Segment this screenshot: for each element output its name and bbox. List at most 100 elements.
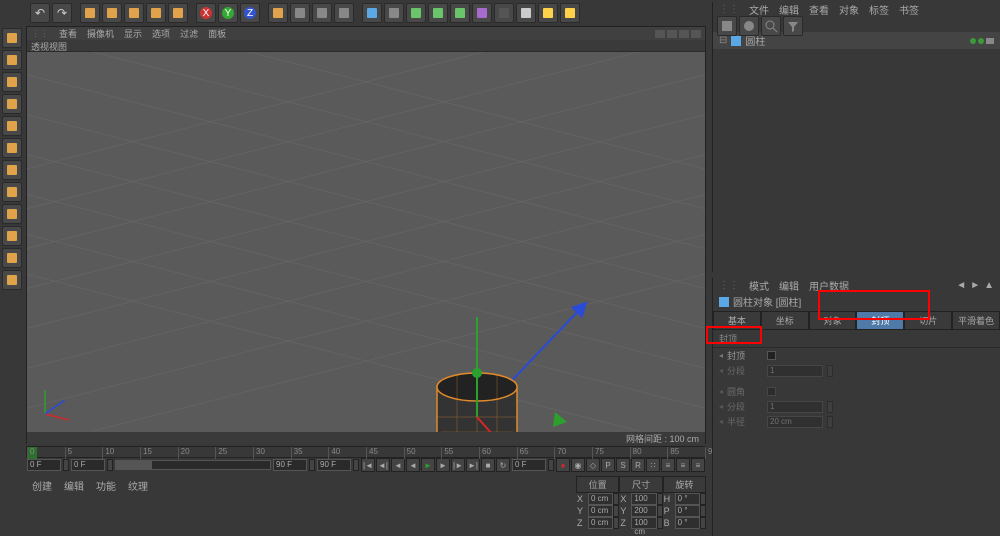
select-button[interactable] [80, 3, 100, 23]
nav-fwd-icon[interactable]: ► [970, 280, 980, 291]
om-menu-item[interactable]: 编辑 [779, 2, 799, 17]
attr-menu-item[interactable]: 编辑 [779, 278, 799, 293]
bulb-button[interactable] [560, 3, 580, 23]
attr-tab-1[interactable]: 坐标 [761, 311, 809, 330]
pos-input[interactable]: 0 cm [588, 517, 613, 529]
model-mode-button[interactable] [2, 50, 22, 70]
attr-tab-4[interactable]: 切片 [904, 311, 952, 330]
viewport-menu-item[interactable]: 显示 [124, 27, 142, 40]
om-home-icon[interactable] [717, 16, 737, 36]
om-filter-icon[interactable] [783, 16, 803, 36]
hierarchy-toggle-icon[interactable]: ⊟ [719, 35, 727, 46]
viewport-menu-item[interactable]: 选项 [152, 27, 170, 40]
rot-input[interactable]: 0 ° [675, 505, 700, 517]
nav-up-icon[interactable]: ▲ [984, 280, 994, 291]
pla-key-button[interactable]: ∷ [646, 458, 660, 472]
om-menu-item[interactable]: 文件 [749, 2, 769, 17]
deformer-button[interactable] [472, 3, 492, 23]
attr-menu-item[interactable]: 用户数据 [809, 278, 849, 293]
current-frame-input[interactable]: 0 F [512, 459, 546, 471]
visibility-editor-icon[interactable] [970, 38, 976, 44]
range-slider[interactable] [115, 460, 271, 470]
point-mode-button[interactable] [2, 116, 22, 136]
om-menu-item[interactable]: 对象 [839, 2, 859, 17]
render-button[interactable] [290, 3, 310, 23]
keyframe-button[interactable]: ◇ [586, 458, 600, 472]
axis-y-button[interactable]: Y [218, 3, 238, 23]
texture-mode-button[interactable] [2, 72, 22, 92]
xz-plane-handle-icon[interactable] [553, 412, 567, 427]
light-button[interactable] [538, 3, 558, 23]
rotate-button[interactable] [146, 3, 166, 23]
material-menu-item[interactable]: 创建 [32, 478, 52, 493]
cube-button[interactable] [362, 3, 382, 23]
spinner-icon[interactable] [700, 493, 706, 505]
attr-tab-0[interactable]: 基本 [713, 311, 761, 330]
subdiv-button[interactable] [406, 3, 426, 23]
workplane-mode-button[interactable] [2, 248, 22, 268]
opt3-button[interactable]: ≡ [691, 458, 705, 472]
autokey-button[interactable]: ◉ [571, 458, 585, 472]
checkbox[interactable] [767, 351, 776, 360]
nav-back-icon[interactable]: ◄ [956, 280, 966, 291]
layer-button[interactable] [268, 3, 288, 23]
live-select-mode-button[interactable] [2, 28, 22, 48]
redo-button[interactable]: ↷ [52, 3, 72, 23]
object-name[interactable]: 圆柱 [745, 33, 765, 48]
cylinder-object[interactable] [347, 247, 607, 432]
prev-frame-button[interactable]: ◄ [391, 458, 405, 472]
viewport-menu-item[interactable]: 查看 [59, 27, 77, 40]
timeline-ruler[interactable]: 051015202530354045505560657075808590 [26, 446, 706, 458]
play-back-button[interactable]: ◄ [406, 458, 420, 472]
material-menu-item[interactable]: 编辑 [64, 478, 84, 493]
spinner-icon[interactable] [548, 459, 554, 471]
loop-button[interactable]: ↻ [496, 458, 510, 472]
move-button[interactable] [102, 3, 122, 23]
panel-grip-icon[interactable]: ⋮⋮ [31, 28, 49, 39]
om-menu-item[interactable]: 标签 [869, 2, 889, 17]
tweak-mode-button[interactable] [2, 204, 22, 224]
viewport-3d[interactable] [27, 52, 705, 432]
size-input[interactable]: 100 cm [631, 517, 656, 529]
render-settings-button[interactable] [334, 3, 354, 23]
layout-1-icon[interactable] [655, 30, 665, 38]
attr-tab-5[interactable]: 平滑着色 [952, 311, 1000, 330]
play-button[interactable]: ► [421, 458, 435, 472]
pos-input[interactable]: 0 cm [588, 505, 613, 517]
axis-mode-button[interactable] [2, 182, 22, 202]
spinner-icon[interactable] [700, 505, 706, 517]
pos-input[interactable]: 0 cm [588, 493, 613, 505]
stop-button[interactable]: ■ [481, 458, 495, 472]
layout-3-icon[interactable] [679, 30, 689, 38]
next-frame-button[interactable]: ► [436, 458, 450, 472]
panel-grip-icon[interactable]: ⋮⋮ [719, 4, 739, 15]
pen-button[interactable] [384, 3, 404, 23]
scale-button[interactable] [124, 3, 144, 23]
soft-mode-button[interactable] [2, 270, 22, 290]
array-button[interactable] [450, 3, 470, 23]
visibility-render-icon[interactable] [978, 38, 984, 44]
opt2-button[interactable]: ≡ [676, 458, 690, 472]
attr-menu-item[interactable]: 模式 [749, 278, 769, 293]
goto-start-button[interactable]: |◄ [361, 458, 375, 472]
om-menu-item[interactable]: 查看 [809, 2, 829, 17]
viewport-menu-item[interactable]: 摄像机 [87, 27, 114, 40]
size-input[interactable]: 200 cm [631, 505, 656, 517]
end-frame-input[interactable]: 90 F [317, 459, 351, 471]
prev-key-button[interactable]: ◄| [376, 458, 390, 472]
size-input[interactable]: 100 cm [631, 493, 656, 505]
range-to-input[interactable]: 90 F [273, 459, 307, 471]
panel-grip-icon[interactable]: ⋮⋮ [719, 280, 739, 291]
material-menu-item[interactable]: 纹理 [128, 478, 148, 493]
spinner-icon[interactable] [107, 459, 113, 471]
axis-z-button[interactable]: Z [240, 3, 260, 23]
rot-key-button[interactable]: R [631, 458, 645, 472]
scale-key-button[interactable]: S [616, 458, 630, 472]
viewport-menu-item[interactable]: 面板 [208, 27, 226, 40]
scene-button[interactable] [516, 3, 536, 23]
attr-tab-2[interactable]: 对象 [809, 311, 857, 330]
om-menu-item[interactable]: 书签 [899, 2, 919, 17]
pos-key-button[interactable]: P [601, 458, 615, 472]
range-from-input[interactable]: 0 F [71, 459, 105, 471]
viewport-menu-item[interactable]: 过滤 [180, 27, 198, 40]
